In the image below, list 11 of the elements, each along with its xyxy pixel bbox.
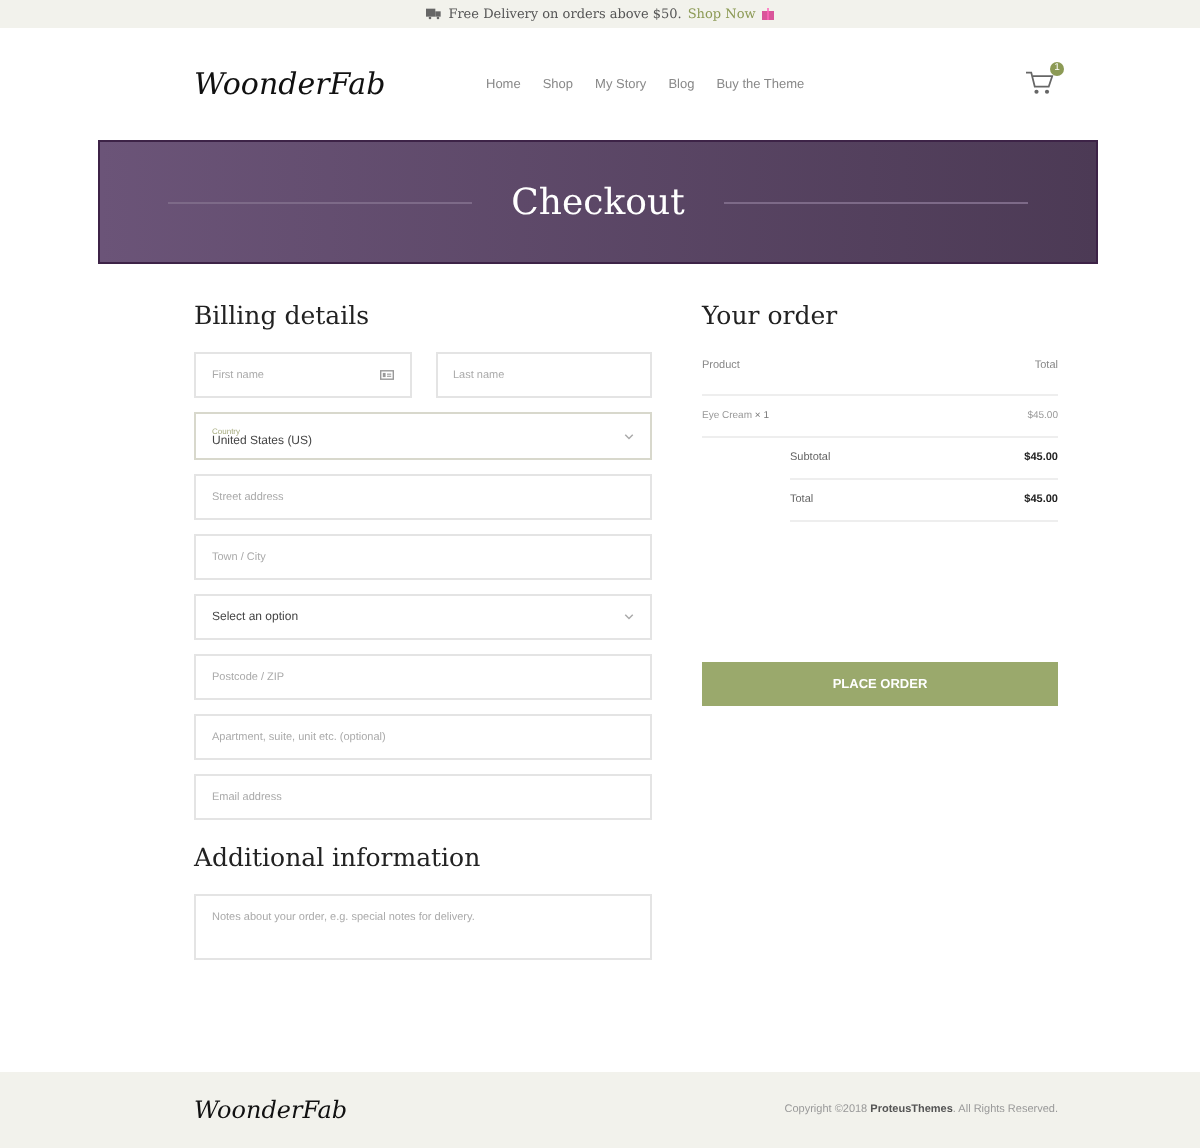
contact-card-icon: [379, 370, 393, 380]
truck-icon: [426, 8, 443, 20]
cart-icon[interactable]: [1026, 70, 1054, 96]
chevron-down-icon: [624, 433, 634, 439]
page-title: Checkout: [511, 181, 685, 223]
footer-logo[interactable]: WoonderFab: [194, 1096, 348, 1124]
section-heading: Billing details: [194, 300, 371, 330]
gift-icon: [761, 8, 774, 20]
chevron-down-icon: [624, 614, 634, 620]
section-heading: Your order: [702, 300, 840, 330]
section-heading: Additional information: [194, 842, 483, 872]
